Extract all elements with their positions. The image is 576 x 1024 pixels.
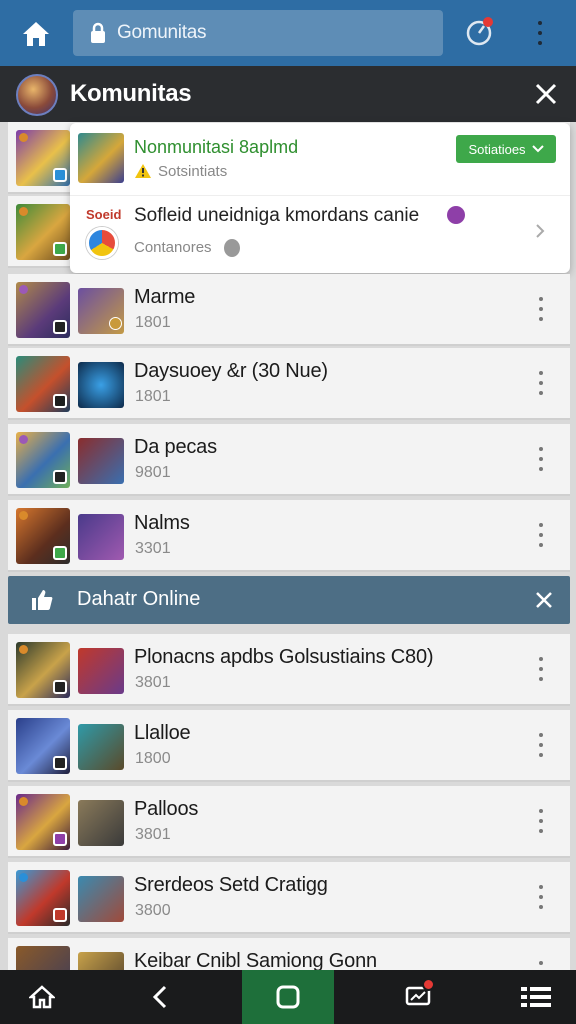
thumbs-up-icon bbox=[32, 590, 53, 610]
more-vertical-icon[interactable] bbox=[536, 444, 546, 474]
item-sub: 3800 bbox=[135, 902, 171, 919]
list-item[interactable]: Marme 1801 bbox=[8, 274, 570, 346]
info-icon bbox=[224, 239, 240, 257]
more-vertical-icon[interactable] bbox=[536, 368, 546, 398]
join-button-label: Sotiatioes bbox=[468, 141, 526, 157]
list-item[interactable]: Srerdeos Setd Cratigg 3800 bbox=[8, 862, 570, 934]
game-thumbnail-small bbox=[78, 438, 124, 484]
game-thumbnail-small bbox=[78, 362, 124, 408]
lock-icon bbox=[91, 22, 105, 43]
join-button[interactable]: Sotiatioes bbox=[456, 135, 556, 163]
square-icon bbox=[276, 985, 300, 1009]
more-vertical-icon[interactable] bbox=[536, 806, 546, 836]
game-thumbnail-small bbox=[78, 648, 124, 694]
menu-icon bbox=[521, 987, 551, 1007]
nav-menu-button[interactable] bbox=[516, 970, 556, 1024]
list-item[interactable]: Da pecas 9801 bbox=[8, 424, 570, 496]
home-icon bbox=[23, 22, 49, 46]
nav-back-button[interactable] bbox=[140, 970, 180, 1024]
section-title: Dahatr Online bbox=[77, 588, 201, 610]
game-thumbnail-small bbox=[78, 288, 124, 334]
game-thumbnail bbox=[16, 130, 70, 186]
item-sub: 9801 bbox=[135, 464, 171, 481]
item-name: Palloos bbox=[134, 798, 199, 820]
game-thumbnail bbox=[16, 432, 70, 488]
game-thumbnail-small bbox=[78, 800, 124, 846]
game-thumbnail bbox=[16, 718, 70, 774]
url-text: Gomunitas bbox=[117, 22, 207, 43]
compass-icon bbox=[466, 17, 493, 46]
game-thumbnail-small bbox=[78, 876, 124, 922]
item-sub: 1801 bbox=[135, 388, 171, 405]
popup-message: Sofleid uneidniga kmordans canie bbox=[134, 205, 420, 226]
close-icon[interactable] bbox=[532, 80, 560, 108]
item-name: Da pecas bbox=[134, 436, 217, 458]
home-button[interactable] bbox=[14, 14, 58, 54]
back-icon bbox=[152, 985, 167, 1009]
divider bbox=[70, 195, 570, 196]
item-name: Marme bbox=[134, 286, 196, 308]
notification-badge bbox=[422, 978, 435, 991]
item-sub: 3301 bbox=[135, 540, 171, 557]
popup-message-sub: Contanores bbox=[134, 239, 212, 256]
chevron-right-icon[interactable] bbox=[534, 223, 546, 239]
browser-icon bbox=[86, 227, 118, 259]
notifications-button[interactable] bbox=[464, 16, 496, 48]
game-thumbnail bbox=[16, 508, 70, 564]
popup-title: Nonmunitasi 8aplmd bbox=[134, 137, 299, 157]
avatar[interactable] bbox=[16, 74, 58, 116]
more-vertical-icon[interactable] bbox=[536, 520, 546, 550]
game-thumbnail bbox=[16, 204, 70, 260]
section-banner: Dahatr Online bbox=[8, 576, 570, 624]
list-item[interactable]: Nalms 3301 bbox=[8, 500, 570, 572]
more-vertical-icon[interactable] bbox=[536, 730, 546, 760]
list-item[interactable]: Daysuoey &r (30 Nue) 1801 bbox=[8, 348, 570, 420]
heart-icon bbox=[447, 206, 465, 224]
app-header: Komunitas bbox=[0, 66, 576, 122]
more-vertical-icon[interactable] bbox=[528, 18, 552, 48]
list-item[interactable]: Llalloe 1800 bbox=[8, 710, 570, 782]
game-thumbnail bbox=[16, 642, 70, 698]
game-thumbnail bbox=[16, 794, 70, 850]
item-name: Llalloe bbox=[134, 722, 191, 744]
bottom-navigation bbox=[0, 970, 576, 1024]
more-vertical-icon[interactable] bbox=[536, 294, 546, 324]
game-thumbnail-small bbox=[78, 514, 124, 560]
nav-overview-button[interactable] bbox=[242, 970, 334, 1024]
popup-subtitle: Sotsintiats bbox=[158, 163, 228, 180]
source-label: Soeid bbox=[86, 207, 122, 222]
game-thumbnail-small bbox=[78, 724, 124, 770]
game-thumbnail bbox=[16, 356, 70, 412]
close-icon[interactable] bbox=[534, 590, 554, 610]
notification-popup[interactable]: Nonmunitasi 8aplmd Sotsintiats Sotiatioe… bbox=[70, 123, 570, 273]
more-vertical-icon[interactable] bbox=[536, 882, 546, 912]
item-sub: 3801 bbox=[135, 674, 171, 691]
item-sub: 1800 bbox=[135, 750, 171, 767]
item-sub: 3801 bbox=[135, 826, 171, 843]
item-name: Daysuoey &r (30 Nue) bbox=[134, 360, 328, 382]
warning-icon bbox=[135, 164, 151, 178]
more-vertical-icon[interactable] bbox=[536, 654, 546, 684]
item-name: Srerdeos Setd Cratigg bbox=[134, 874, 328, 896]
list-item[interactable]: Palloos 3801 bbox=[8, 786, 570, 858]
nav-home-button[interactable] bbox=[20, 970, 64, 1024]
page-title: Komunitas bbox=[70, 80, 192, 107]
list-item[interactable]: Plonacns apdbs Golsustiains C80) 3801 bbox=[8, 634, 570, 706]
game-thumbnail bbox=[78, 133, 124, 183]
item-sub: 1801 bbox=[135, 314, 171, 331]
game-thumbnail bbox=[16, 870, 70, 926]
nav-messages-button[interactable] bbox=[396, 970, 440, 1024]
browser-toolbar: Gomunitas bbox=[0, 0, 576, 66]
game-thumbnail bbox=[16, 282, 70, 338]
chevron-down-icon bbox=[531, 145, 544, 153]
item-name: Plonacns apdbs Golsustiains C80) bbox=[134, 646, 434, 668]
item-name: Nalms bbox=[134, 512, 190, 534]
address-bar[interactable]: Gomunitas bbox=[73, 10, 443, 56]
home-icon bbox=[29, 985, 55, 1009]
